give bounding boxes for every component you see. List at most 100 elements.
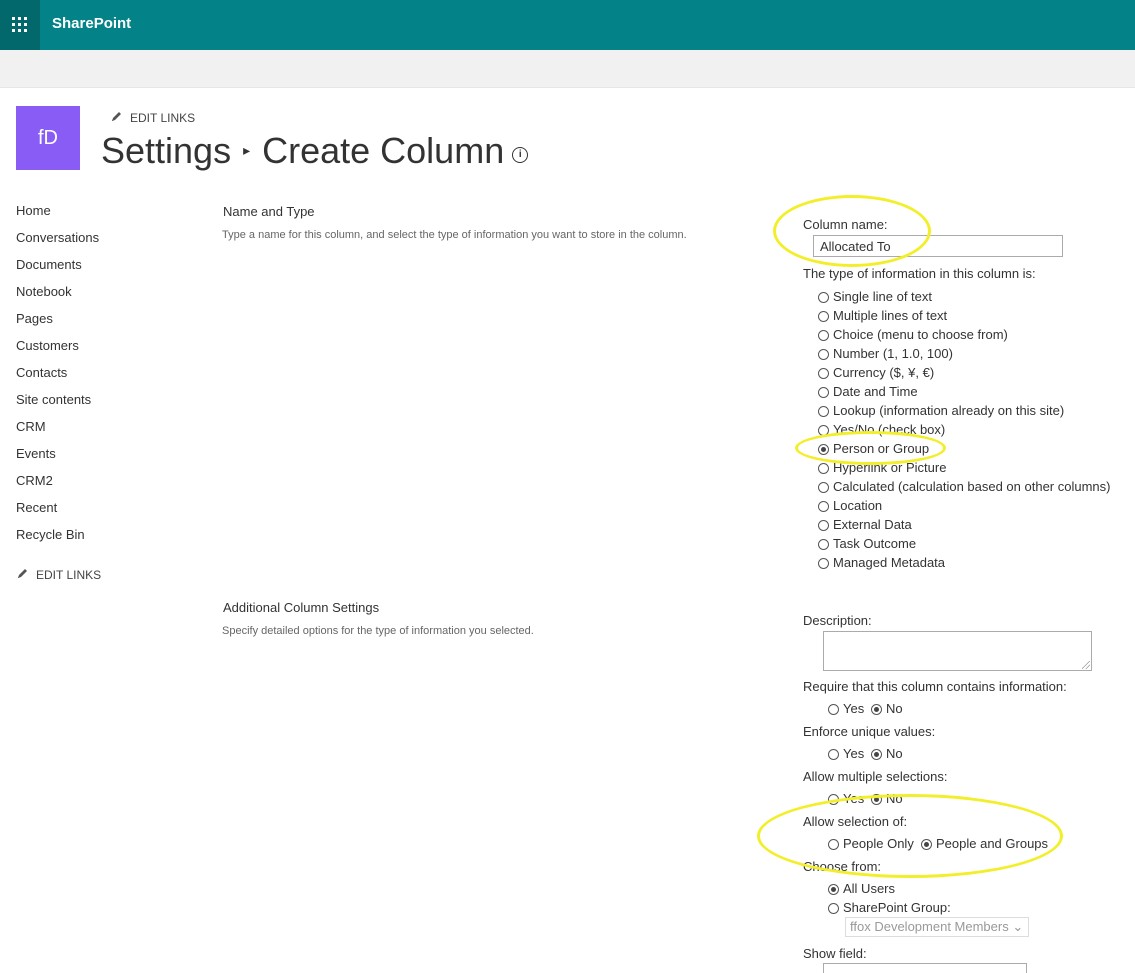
column-name-input[interactable] <box>813 235 1063 257</box>
nav-item[interactable]: Customers <box>16 338 99 365</box>
require-no-radio[interactable]: No <box>871 699 903 718</box>
radio-icon <box>818 520 829 531</box>
radio-icon <box>871 794 882 805</box>
column-type-radio[interactable]: External Data <box>818 515 912 534</box>
radio-label: People Only <box>843 836 914 851</box>
nav-item[interactable]: Contacts <box>16 365 99 392</box>
column-type-radio[interactable]: Number (1, 1.0, 100) <box>818 344 953 363</box>
radio-label: Calculated (calculation based on other c… <box>833 479 1111 494</box>
radio-label: Lookup (information already on this site… <box>833 403 1065 418</box>
pencil-icon <box>112 112 121 121</box>
column-type-radio[interactable]: Task Outcome <box>818 534 916 553</box>
radio-icon <box>828 749 839 760</box>
people-groups-radio[interactable]: People and Groups <box>921 834 1048 853</box>
column-type-radio[interactable]: Lookup (information already on this site… <box>818 401 1064 420</box>
radio-icon <box>828 794 839 805</box>
column-type-radio[interactable]: Single line of text <box>818 287 932 306</box>
nav-item[interactable]: CRM2 <box>16 473 99 500</box>
radio-label: Yes <box>843 701 865 716</box>
radio-icon <box>828 903 839 914</box>
radio-label: Hyperlink or Picture <box>833 460 947 475</box>
radio-label: No <box>886 791 903 806</box>
radio-icon <box>818 558 829 569</box>
nav-item[interactable]: CRM <box>16 419 99 446</box>
sp-group-radio[interactable]: SharePoint Group: <box>828 898 951 917</box>
show-field-select[interactable] <box>823 963 1027 973</box>
nav-item[interactable]: Conversations <box>16 230 99 257</box>
column-type-radio[interactable]: Choice (menu to choose from) <box>818 325 1008 344</box>
description-label: Description: <box>803 613 872 628</box>
column-type-radio[interactable]: Location <box>818 496 882 515</box>
section-title-additional: Additional Column Settings <box>223 600 380 615</box>
edit-links-top[interactable]: EDIT LINKS <box>110 111 195 125</box>
radio-icon <box>818 292 829 303</box>
nav-item[interactable]: Events <box>16 446 99 473</box>
radio-label: Task Outcome <box>833 536 917 551</box>
nav-item[interactable]: Home <box>16 203 99 230</box>
edit-links-label: EDIT LINKS <box>130 111 196 125</box>
pencil-icon <box>18 569 27 578</box>
section-title-name-type: Name and Type <box>223 204 315 219</box>
multiple-label: Allow multiple selections: <box>803 769 948 784</box>
radio-label: No <box>886 701 903 716</box>
radio-label: Date and Time <box>833 384 918 399</box>
column-type-radio[interactable]: Calculated (calculation based on other c… <box>818 477 1111 496</box>
edit-links-nav[interactable]: EDIT LINKS <box>16 568 101 582</box>
radio-label: Managed Metadata <box>833 555 946 570</box>
section-desc-name-type: Type a name for this column, and select … <box>222 229 687 241</box>
nav-item[interactable]: Recent <box>16 500 99 527</box>
radio-label: Single line of text <box>833 289 933 304</box>
info-icon[interactable]: i <box>512 147 529 163</box>
brand-link[interactable]: SharePoint <box>52 15 131 32</box>
radio-icon <box>818 425 829 436</box>
nav-item[interactable]: Recycle Bin <box>16 527 99 554</box>
radio-label: Person or Group <box>833 441 930 456</box>
unique-yes-radio[interactable]: Yes <box>828 744 864 763</box>
resize-handle-icon[interactable] <box>1082 661 1090 669</box>
radio-label: All Users <box>843 881 896 896</box>
multiple-no-radio[interactable]: No <box>871 789 903 808</box>
radio-icon <box>818 387 829 398</box>
sp-group-select[interactable]: ffox Development Members ⌄ <box>845 917 1029 937</box>
radio-icon <box>828 839 839 850</box>
column-type-radio[interactable]: Hyperlink or Picture <box>818 458 946 477</box>
radio-label: No <box>886 746 903 761</box>
multiple-yes-radio[interactable]: Yes <box>828 789 864 808</box>
site-logo[interactable]: fD <box>16 106 80 170</box>
nav-item[interactable]: Pages <box>16 311 99 338</box>
edit-links-label: EDIT LINKS <box>36 568 102 582</box>
breadcrumb-create-column: Create Column <box>262 130 505 171</box>
description-textarea[interactable] <box>823 631 1092 671</box>
require-yes-radio[interactable]: Yes <box>828 699 864 718</box>
column-type-radio[interactable]: Person or Group <box>818 439 929 458</box>
radio-icon <box>818 330 829 341</box>
radio-icon <box>818 311 829 322</box>
column-type-radio[interactable]: Date and Time <box>818 382 918 401</box>
column-type-radio[interactable]: Currency ($, ¥, €) <box>818 363 934 382</box>
radio-icon <box>818 501 829 512</box>
column-type-radio[interactable]: Managed Metadata <box>818 553 945 572</box>
unique-no-radio[interactable]: No <box>871 744 903 763</box>
type-label: The type of information in this column i… <box>803 266 1036 281</box>
people-only-radio[interactable]: People Only <box>828 834 914 853</box>
nav-item[interactable]: Documents <box>16 257 99 284</box>
breadcrumb-settings[interactable]: Settings <box>101 130 231 171</box>
nav-item[interactable]: Notebook <box>16 284 99 311</box>
radio-label: Multiple lines of text <box>833 308 948 323</box>
nav-item[interactable]: Site contents <box>16 392 99 419</box>
unique-label: Enforce unique values: <box>803 724 936 739</box>
choose-from-label: Choose from: <box>803 859 882 874</box>
all-users-radio[interactable]: All Users <box>828 879 895 898</box>
left-navigation: Home Conversations Documents Notebook Pages C… <box>16 203 99 554</box>
radio-label: External Data <box>833 517 912 532</box>
radio-icon <box>828 704 839 715</box>
column-type-radio[interactable]: Multiple lines of text <box>818 306 947 325</box>
command-strip <box>0 50 1135 88</box>
column-type-radio[interactable]: Yes/No (check box) <box>818 420 945 439</box>
radio-icon <box>828 884 839 895</box>
selection-label: Allow selection of: <box>803 814 908 829</box>
chevron-down-icon: ⌄ <box>1012 919 1024 934</box>
app-launcher-icon[interactable] <box>0 0 40 50</box>
page-title: Settings ▸ Create Column i <box>101 130 529 172</box>
radio-label: Yes/No (check box) <box>833 422 946 437</box>
